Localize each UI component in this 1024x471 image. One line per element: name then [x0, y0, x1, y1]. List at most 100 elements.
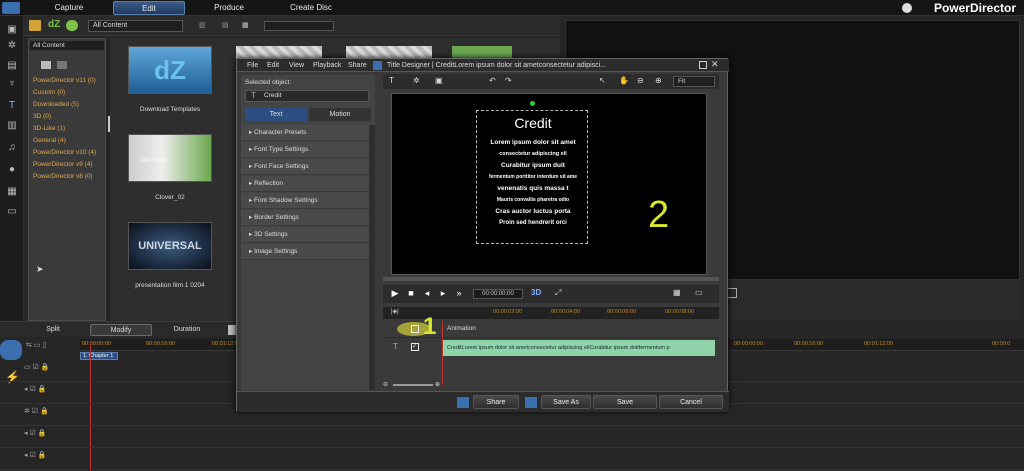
menu-share[interactable]: Share: [348, 60, 367, 71]
subtitle-icon[interactable]: ▭: [5, 206, 19, 218]
redo-icon[interactable]: ↷: [505, 76, 512, 85]
zoom-select[interactable]: Fit: [673, 76, 715, 87]
section-border[interactable]: ▸ Border Settings: [241, 210, 375, 226]
next-frame-icon[interactable]: ▸: [437, 287, 449, 299]
tab-text[interactable]: Text: [245, 108, 307, 121]
section-image[interactable]: ▸ Image Settings: [241, 244, 375, 260]
image-tool-icon[interactable]: ▣: [435, 76, 443, 85]
duration-button[interactable]: Duration: [158, 324, 216, 336]
sort-icon[interactable]: ▥: [199, 21, 209, 31]
select-tool-icon[interactable]: ↖: [599, 76, 606, 85]
thumbnail-size-slider[interactable]: [264, 21, 334, 31]
timeline-tools[interactable]: ⇆ ▭ ▯: [26, 341, 76, 350]
media-room-icon[interactable]: ▣: [5, 24, 19, 36]
timeline-mode-icon[interactable]: [0, 340, 22, 360]
track-header[interactable]: ◂ ☑ 🔒: [24, 429, 80, 449]
rotate-handle[interactable]: [530, 101, 535, 106]
undo-icon[interactable]: ↶: [489, 76, 496, 85]
dialog-playhead[interactable]: [442, 321, 443, 385]
new-folder-icon[interactable]: [41, 61, 51, 69]
transition-icon[interactable]: ▥: [5, 120, 19, 132]
tab-motion[interactable]: Motion: [309, 108, 371, 121]
content-filter-select[interactable]: All Content: [88, 20, 183, 32]
fast-forward-icon[interactable]: »: [453, 287, 465, 299]
delete-icon[interactable]: [228, 325, 236, 335]
zoom-out-icon[interactable]: ⊖: [637, 76, 644, 85]
keyframe-icon[interactable]: |◈|: [391, 308, 399, 315]
chapter-marker[interactable]: 1. Chapter 1: [80, 352, 118, 360]
text-tool-icon[interactable]: T: [389, 76, 394, 85]
save-as-button[interactable]: Save As: [541, 395, 591, 409]
share-button[interactable]: Share: [473, 395, 519, 409]
category-item[interactable]: PowerDirector v8 (0): [33, 173, 93, 180]
tab-produce[interactable]: Produce: [193, 1, 265, 15]
effects-icon[interactable]: ✲: [5, 40, 19, 52]
menu-view[interactable]: View: [289, 60, 304, 71]
category-item[interactable]: 3D (0): [33, 113, 51, 120]
plugins-icon[interactable]: [66, 20, 78, 31]
directorzone-icon[interactable]: dZ: [48, 19, 60, 30]
template-thumb[interactable]: dZ: [128, 46, 212, 94]
folder-icon[interactable]: [57, 61, 67, 69]
section-font-face[interactable]: ▸ Font Face Settings: [241, 159, 375, 175]
fullscreen-icon[interactable]: ⤢: [555, 288, 561, 298]
zoom-in-icon[interactable]: ⊕: [655, 76, 662, 85]
maximize-icon[interactable]: [699, 61, 707, 69]
previous-frame-icon[interactable]: ◂: [421, 287, 433, 299]
chapter-icon[interactable]: ▦: [5, 186, 19, 198]
help-icon[interactable]: [902, 3, 912, 13]
save-button[interactable]: Save: [593, 395, 657, 409]
template-thumb[interactable]: Title Here: [128, 134, 212, 182]
zoom-track[interactable]: [393, 384, 433, 386]
close-icon[interactable]: ✕: [711, 59, 719, 70]
tab-capture[interactable]: Capture: [30, 1, 108, 15]
audio-mixer-icon[interactable]: ♫: [5, 142, 19, 154]
split-button[interactable]: Split: [18, 324, 88, 336]
playback-progress[interactable]: [383, 277, 719, 281]
category-all-content[interactable]: All Content: [30, 41, 104, 50]
preview-canvas[interactable]: Credit Lorem ipsum dolor sit amet consec…: [391, 93, 707, 275]
stop-icon[interactable]: ■: [405, 287, 417, 299]
title-room-icon[interactable]: T: [5, 100, 19, 112]
pip-icon[interactable]: ▤: [5, 60, 19, 72]
import-folder-icon[interactable]: [29, 20, 41, 31]
3d-mode-icon[interactable]: 3D: [531, 288, 541, 297]
track-header[interactable]: ✲ ☑ 🔒: [24, 407, 80, 427]
animation-checkbox[interactable]: [411, 325, 419, 333]
hand-tool-icon[interactable]: ✋: [619, 76, 629, 85]
text-track-checkbox[interactable]: ✓: [411, 343, 419, 351]
category-item[interactable]: General (4): [33, 137, 66, 144]
category-item[interactable]: PowerDirector v10 (4): [33, 149, 96, 156]
particle-icon[interactable]: ♆: [5, 78, 19, 90]
menu-file[interactable]: File: [247, 60, 258, 71]
timecode-display[interactable]: 00:00:00:00: [473, 289, 523, 299]
menu-playback[interactable]: Playback: [313, 60, 341, 71]
play-icon[interactable]: ▶: [389, 287, 401, 299]
timeline-zoom-slider[interactable]: ⊖ ⊕: [383, 381, 443, 389]
layout-icon[interactable]: ▤: [222, 21, 232, 31]
track-header[interactable]: ▭ ☑ 🔒: [24, 363, 80, 383]
grid-icon[interactable]: ▦: [673, 288, 681, 297]
particle-tool-icon[interactable]: ✲: [413, 76, 420, 85]
tab-create-disc[interactable]: Create Disc: [272, 1, 350, 15]
modify-button[interactable]: Modify: [90, 324, 152, 336]
section-reflection[interactable]: ▸ Reflection: [241, 176, 375, 192]
category-item[interactable]: Downloaded (5): [33, 101, 79, 108]
voiceover-icon[interactable]: ●: [5, 164, 19, 176]
zoom-in-icon[interactable]: ⊕: [435, 381, 440, 388]
section-font-shadow[interactable]: ▸ Font Shadow Settings: [241, 193, 375, 209]
display-mode-icon[interactable]: ▭: [695, 288, 703, 297]
section-3d[interactable]: ▸ 3D Settings: [241, 227, 375, 243]
category-item[interactable]: PowerDirector v9 (4): [33, 161, 93, 168]
section-character-presets[interactable]: ▸ Character Presets: [241, 125, 375, 141]
category-item[interactable]: PowerDirector v11 (0): [33, 77, 96, 84]
credit-text-object[interactable]: Credit Lorem ipsum dolor sit amet consec…: [476, 110, 588, 244]
grid-view-icon[interactable]: ▦: [242, 21, 252, 31]
category-item[interactable]: 3D-Like (1): [33, 125, 65, 132]
menu-edit[interactable]: Edit: [267, 60, 279, 71]
zoom-out-icon[interactable]: ⊖: [383, 381, 388, 388]
selected-object-field[interactable]: Credit: [245, 90, 369, 102]
category-item[interactable]: Custom (0): [33, 89, 65, 96]
tab-edit[interactable]: Edit: [113, 1, 185, 15]
template-thumb[interactable]: UNIVERSAL: [128, 222, 212, 270]
